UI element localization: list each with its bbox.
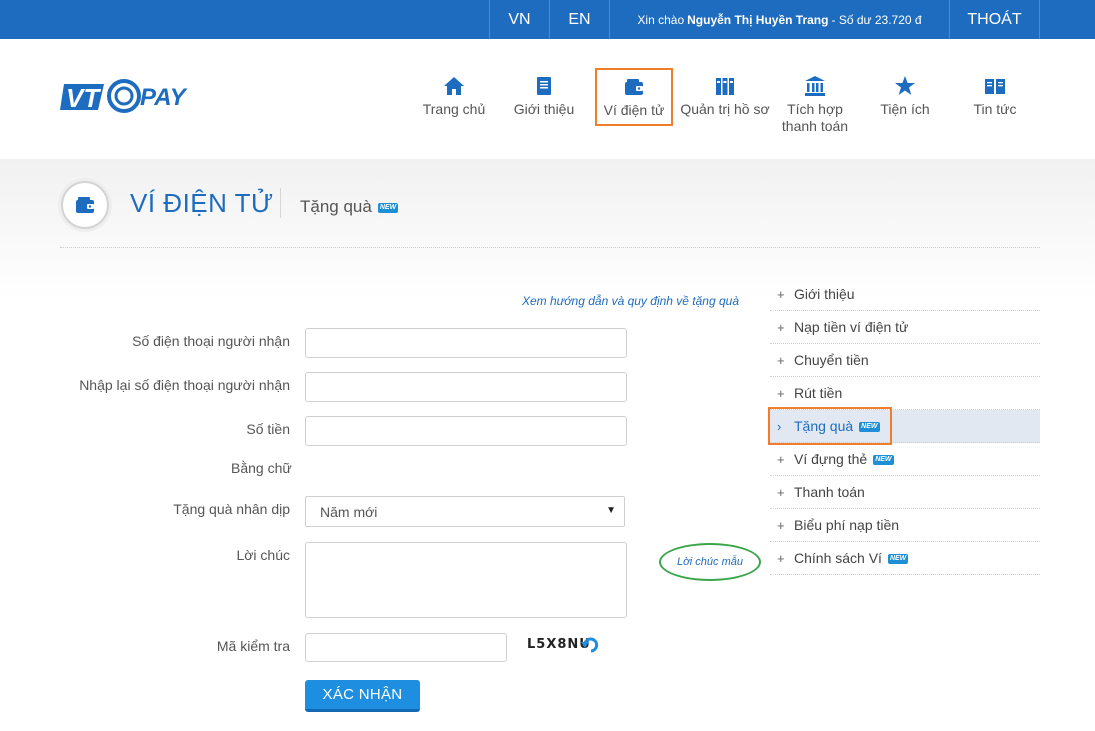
phone-confirm-input[interactable]: [305, 372, 627, 402]
chevron-right-icon: ›: [777, 419, 782, 434]
nav-label: Tiện ích: [880, 101, 930, 117]
nav-utilities[interactable]: Tiện ích: [860, 75, 950, 118]
nav-payment-integration[interactable]: Tích hợp thanh toán: [770, 75, 860, 135]
user-greeting: Xin chào Nguyễn Thị Huyền Trang - Số dư …: [609, 0, 949, 39]
sidebar-item-transfer[interactable]: + Chuyển tiền: [770, 344, 1040, 377]
sidebar-item-label: Rút tiền: [794, 385, 843, 401]
section-icon: [61, 181, 109, 229]
nav-label: Quản trị hồ sơ: [680, 101, 770, 117]
plus-icon: +: [777, 518, 785, 533]
nav-label: Tích hợp thanh toán: [781, 101, 849, 134]
plus-icon: +: [777, 353, 785, 368]
plus-icon: +: [777, 452, 785, 467]
dropdown-arrow-icon: ▼: [606, 505, 616, 516]
plus-icon: +: [777, 551, 785, 566]
guide-link[interactable]: Xem hướng dẫn và quy định về tặng quà: [522, 294, 739, 308]
sidebar-item-topup[interactable]: + Nạp tiền ví điện tử: [770, 311, 1040, 344]
plus-icon: +: [777, 386, 785, 401]
lang-vn-link[interactable]: VN: [489, 0, 549, 39]
occasion-label: Tặng quà nhân dịp: [173, 501, 290, 517]
sidebar-item-intro[interactable]: + Giới thiệu: [770, 278, 1040, 311]
open-book-icon: [985, 79, 1005, 94]
sidebar-item-card-wallet[interactable]: + Ví đựng thẻ NEW: [770, 443, 1040, 476]
occasion-value: Năm mới: [320, 504, 378, 520]
nav-news[interactable]: Tin tức: [950, 75, 1040, 118]
subtitle-text: Tặng quà: [300, 197, 372, 216]
active-highlight: [768, 407, 892, 445]
home-icon: [444, 77, 464, 95]
submit-button[interactable]: XÁC NHẬN: [305, 680, 420, 712]
sidebar-item-gift[interactable]: › Tặng quà NEW: [768, 407, 1040, 445]
wallet-icon: [76, 197, 94, 213]
sidebar-item-withdraw[interactable]: + Rút tiền: [770, 377, 1040, 410]
title-divider: [280, 188, 281, 218]
user-name[interactable]: Nguyễn Thị Huyền Trang: [687, 13, 828, 27]
new-badge: NEW: [887, 554, 909, 565]
nav-about[interactable]: Giới thiệu: [499, 75, 589, 118]
sidebar-item-policy[interactable]: + Chính sách Ví NEW: [770, 542, 1040, 575]
new-badge: NEW: [873, 455, 894, 466]
logout-button[interactable]: THOÁT: [949, 0, 1040, 39]
sidebar-menu: + Giới thiệu + Nạp tiền ví điện tử + Chuyển…: [768, 278, 1040, 575]
sidebar-item-label: Giới thiệu: [794, 286, 855, 302]
nav-label: Ví điện tử: [603, 102, 665, 118]
sidebar-item-label: Chính sách Ví: [794, 550, 882, 566]
plus-icon: +: [777, 320, 785, 335]
sample-message-link[interactable]: Lời chúc mẫu: [659, 543, 761, 581]
new-badge: NEW: [377, 202, 399, 213]
svg-text:VT: VT: [66, 83, 101, 113]
nav-label: Trang chủ: [422, 101, 486, 117]
top-bar: VN EN Xin chào Nguyễn Thị Huyền Trang - …: [0, 0, 1095, 39]
plus-icon: +: [777, 287, 785, 302]
refresh-captcha-icon[interactable]: [581, 635, 601, 655]
amount-label: Số tiền: [246, 421, 290, 437]
wallet-icon: [625, 79, 643, 95]
header: VT PAY Trang chủ Giới thiệu Ví điện tử Q…: [0, 39, 1095, 159]
phone-confirm-label: Nhập lại số điện thoại người nhận: [79, 377, 290, 393]
sidebar-item-label: Thanh toán: [794, 484, 865, 500]
amount-input[interactable]: [305, 416, 627, 446]
captcha-input[interactable]: [305, 633, 507, 662]
amount-words-label: Bằng chữ: [231, 460, 292, 476]
page-title: VÍ ĐIỆN TỬ: [130, 188, 274, 218]
sidebar-item-payment[interactable]: + Thanh toán: [770, 476, 1040, 509]
plus-icon: +: [777, 485, 785, 500]
sidebar-item-label: Biểu phí nạp tiền: [794, 517, 900, 533]
message-textarea[interactable]: [305, 542, 627, 618]
sidebar-item-label: Nạp tiền ví điện tử: [794, 319, 909, 335]
vtc-pay-logo[interactable]: VT PAY: [60, 76, 230, 118]
nav-label: Giới thiệu: [513, 101, 575, 117]
nav-label: Tin tức: [973, 101, 1017, 117]
star-icon: [895, 76, 915, 95]
book-icon: [537, 77, 551, 95]
sidebar-item-fees[interactable]: + Biểu phí nạp tiền: [770, 509, 1040, 542]
page-subtitle: Tặng quà NEW: [300, 197, 399, 217]
captcha-label: Mã kiểm tra: [216, 638, 290, 654]
bank-icon: [805, 76, 825, 96]
binders-icon: [716, 78, 734, 95]
sample-message-text: Lời chúc mẫu: [677, 556, 743, 568]
occasion-select[interactable]: Năm mới ▼: [305, 496, 625, 527]
title-divider-line: [60, 247, 1040, 248]
sidebar-item-label: Ví đựng thẻ: [794, 451, 868, 467]
phone-label: Số điện thoại người nhận: [132, 333, 290, 349]
nav-profile-admin[interactable]: Quản trị hồ sơ: [680, 75, 770, 118]
svg-text:PAY: PAY: [140, 84, 188, 111]
nav-home[interactable]: Trang chủ: [409, 75, 499, 118]
greeting-prefix: Xin chào: [637, 12, 685, 27]
sidebar-item-label: Chuyển tiền: [794, 352, 869, 368]
lang-en-link[interactable]: EN: [549, 0, 609, 39]
nav-e-wallet[interactable]: Ví điện tử: [595, 68, 673, 126]
phone-input[interactable]: [305, 328, 627, 358]
balance-text: - Số dư 23.720 đ: [831, 12, 922, 27]
message-label: Lời chúc: [236, 547, 290, 563]
